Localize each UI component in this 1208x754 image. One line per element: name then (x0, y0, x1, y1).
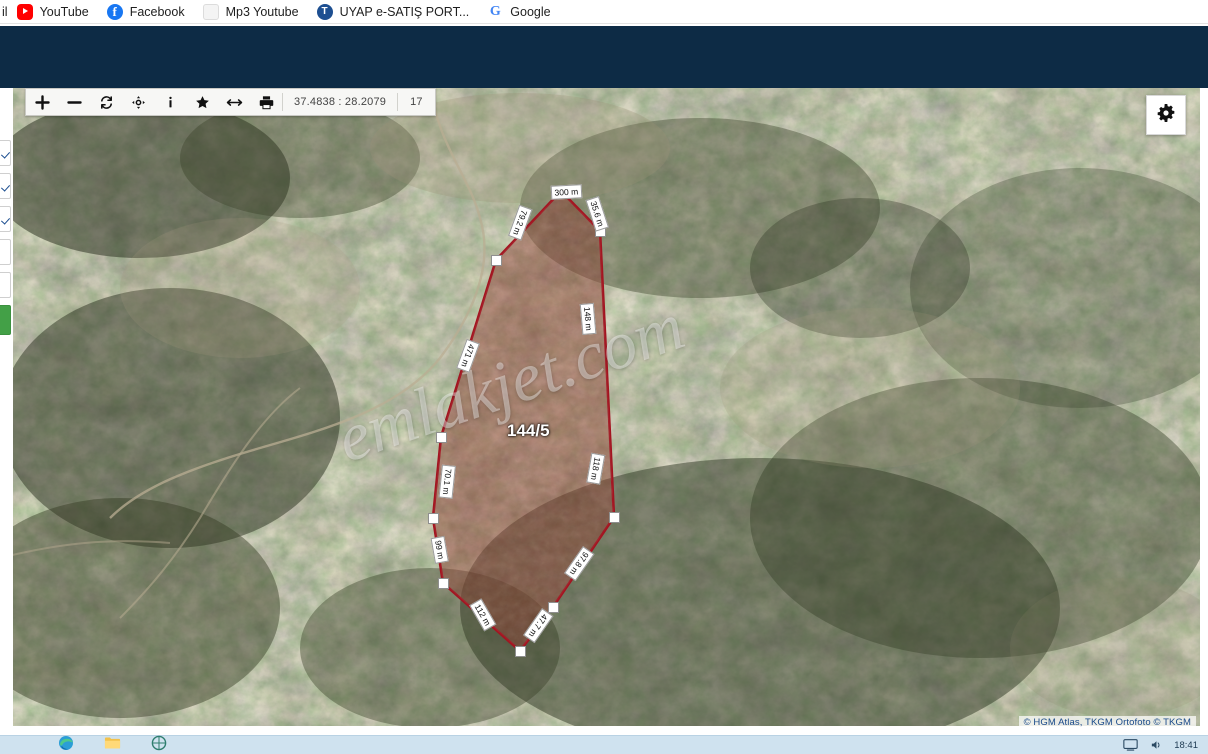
bookmark-label: YouTube (39, 4, 89, 19)
layer-toggle-3[interactable] (0, 206, 11, 232)
parcel-vertex-handle[interactable] (427, 512, 439, 524)
info-button[interactable] (154, 89, 186, 115)
layer-toggle-5[interactable] (0, 272, 11, 298)
bookmark-uyap-esatis[interactable]: UYAP e-SATIŞ PORT... (308, 1, 479, 23)
favorite-star-button[interactable] (186, 89, 218, 115)
map-viewport[interactable]: emlakjet.com © HGM Atlas, TKGM Ortofoto … (0, 88, 1208, 733)
taskbar-edge-icon[interactable] (58, 735, 74, 754)
coordinates-readout: 37.4838 : 28.2079 (294, 96, 387, 108)
zoom-in-button[interactable] (26, 89, 58, 115)
taskbar-start-spacer (0, 736, 34, 754)
volume-icon[interactable] (1150, 739, 1162, 751)
zoom-level-readout: 17 (410, 96, 423, 108)
parcel-vertex-handle[interactable] (594, 225, 606, 237)
parcel-vertex-handle[interactable] (555, 185, 567, 197)
map-toolbar[interactable]: 37.4838 : 28.2079 17 (25, 88, 436, 116)
bookmark-youtube[interactable]: YouTube (8, 1, 98, 23)
bookmark-mp3-youtube[interactable]: Mp3 Youtube (194, 1, 308, 23)
bookmark-partial[interactable]: il (0, 1, 8, 23)
bookmark-label: Facebook (129, 4, 185, 19)
parcel-vertex-handle[interactable] (437, 577, 449, 589)
bookmark-label: UYAP e-SATIŞ PORT... (339, 4, 470, 19)
app-header-band (0, 26, 1208, 88)
parcel-vertex-handle[interactable] (435, 431, 447, 443)
page-right-gutter (1200, 88, 1208, 733)
youtube-icon (16, 3, 33, 20)
bookmark-google[interactable]: G Google (478, 1, 559, 23)
parcel-vertex-handle[interactable] (514, 645, 526, 657)
taskbar-file-explorer-icon[interactable] (104, 735, 121, 754)
measure-distance-button[interactable] (218, 89, 250, 115)
facebook-icon: f (106, 3, 123, 20)
satellite-imagery[interactable] (0, 88, 1208, 733)
gear-icon (1156, 103, 1176, 128)
display-icon[interactable] (1123, 739, 1138, 751)
bookmark-label: Mp3 Youtube (225, 4, 299, 19)
layer-toggle-2[interactable] (0, 173, 11, 199)
parcel-vertex-handle[interactable] (547, 601, 559, 613)
bookmark-facebook[interactable]: f Facebook (98, 1, 194, 23)
print-button[interactable] (250, 89, 282, 115)
pan-move-button[interactable] (122, 89, 154, 115)
settings-button[interactable] (1146, 95, 1186, 135)
google-icon: G (489, 3, 501, 19)
layer-toggle-1[interactable] (0, 140, 11, 166)
blank-page-icon (202, 3, 219, 20)
bookmarks-bar: il YouTube f Facebook Mp3 Youtube UYAP e… (0, 0, 1208, 24)
layer-toggle-4[interactable] (0, 239, 11, 265)
zoom-out-button[interactable] (58, 89, 90, 115)
bookmark-label: Google (510, 4, 551, 19)
parcel-vertex-handle[interactable] (608, 511, 620, 523)
map-attribution: © HGM Atlas, TKGM Ortofoto © TKGM (1018, 716, 1196, 729)
taskbar-apps[interactable] (34, 735, 1123, 754)
taskbar-clock[interactable]: 18:41 (1174, 740, 1198, 751)
taskbar-system-tray[interactable]: 18:41 (1123, 739, 1208, 751)
uyap-icon (316, 3, 333, 20)
taskbar-browser-icon[interactable] (151, 735, 167, 754)
windows-taskbar[interactable]: 18:41 (0, 735, 1208, 754)
refresh-button[interactable] (90, 89, 122, 115)
layer-action-green[interactable] (0, 305, 11, 335)
parcel-vertex-handle[interactable] (490, 254, 502, 266)
left-panel-strip[interactable] (0, 140, 12, 335)
